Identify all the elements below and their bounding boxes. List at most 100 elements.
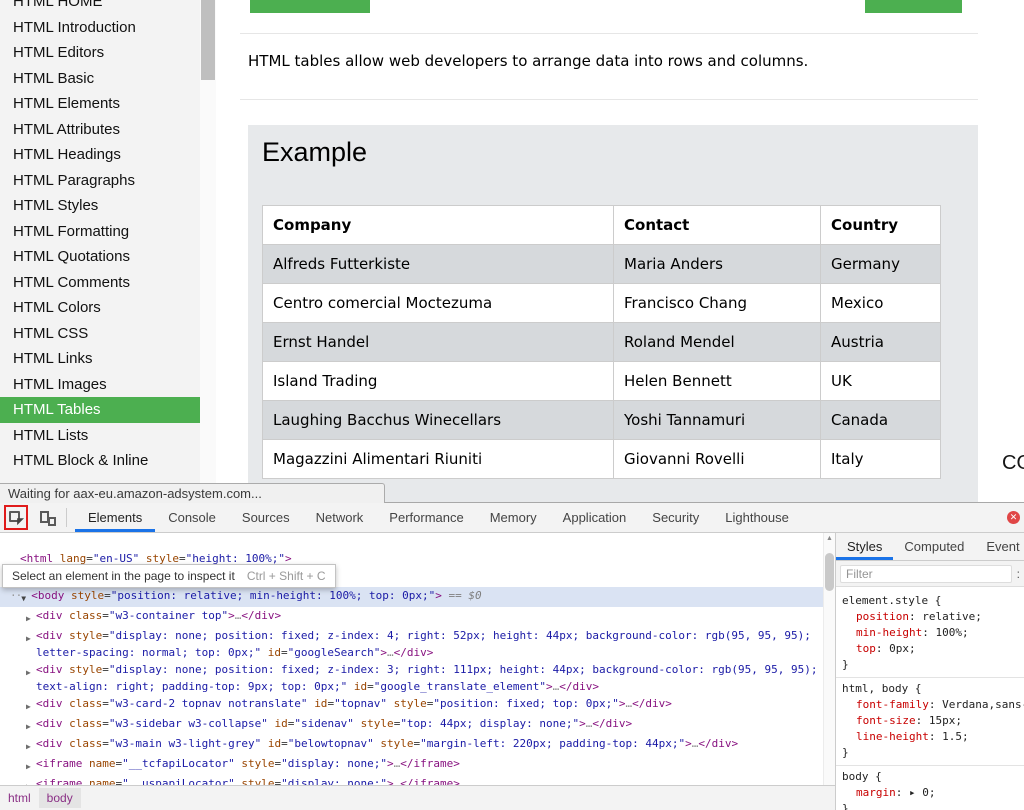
expand-arrow-icon[interactable]: ▶	[26, 775, 36, 785]
inspect-annotation-box[interactable]: ◤	[4, 505, 28, 530]
inspect-element-icon[interactable]: ◤	[8, 510, 24, 525]
expand-arrow-icon[interactable]: ▶	[26, 735, 36, 755]
devtools-tab-elements[interactable]: Elements	[75, 503, 155, 532]
expand-arrow-icon[interactable]: ▶	[26, 661, 36, 681]
sidebar-item[interactable]: HTML Attributes	[0, 117, 200, 143]
devtools-tab-lighthouse[interactable]: Lighthouse	[712, 503, 802, 532]
next-button[interactable]	[865, 0, 962, 13]
dom-node-line[interactable]: ▶<div class="w3-container top">…</div>	[0, 607, 823, 627]
css-property[interactable]: min-height: 100%;	[842, 625, 1018, 641]
sidebar-list: HTML HOMEHTML IntroductionHTML EditorsHT…	[0, 0, 200, 474]
css-property[interactable]: line-height: 1.5;	[842, 729, 1018, 745]
divider	[240, 33, 978, 34]
table-cell: Centro comercial Moctezuma	[263, 284, 614, 323]
tutorial-sidebar: HTML HOMEHTML IntroductionHTML EditorsHT…	[0, 0, 200, 503]
table-cell: Magazzini Alimentari Riuniti	[263, 440, 614, 479]
devtools-tabs: ElementsConsoleSourcesNetworkPerformance…	[75, 503, 802, 532]
elements-scrollbar-thumb[interactable]	[825, 553, 834, 591]
table-header-cell: Contact	[614, 206, 821, 245]
table-row: Centro comercial MoctezumaFrancisco Chan…	[263, 284, 941, 323]
sidebar-item[interactable]: HTML Lists	[0, 423, 200, 449]
table-cell: Austria	[821, 323, 941, 362]
sidebar-item[interactable]: HTML Styles	[0, 193, 200, 219]
table-cell: Italy	[821, 440, 941, 479]
device-rect-small	[48, 517, 56, 526]
sidebar-item[interactable]: HTML Editors	[0, 40, 200, 66]
expand-arrow-icon[interactable]: ▶	[26, 755, 36, 775]
right-sidebar-cut-text: CO	[1002, 452, 1024, 475]
devtools-tab-memory[interactable]: Memory	[477, 503, 550, 532]
sidebar-item[interactable]: HTML CSS	[0, 321, 200, 347]
sidebar-item[interactable]: HTML Elements	[0, 91, 200, 117]
inspect-tooltip: Select an element in the page to inspect…	[2, 564, 336, 588]
table-cell: Laughing Bacchus Winecellars	[263, 401, 614, 440]
styles-filter-input[interactable]	[840, 565, 1012, 583]
devtools-tab-network[interactable]: Network	[303, 503, 377, 532]
dom-node-line[interactable]: ▶<div class="w3-card-2 topnav notranslat…	[0, 695, 823, 715]
sidebar-item[interactable]: HTML Links	[0, 346, 200, 372]
dom-node-line[interactable]: ▶<iframe name="__tcfapiLocator" style="d…	[0, 755, 823, 775]
css-property[interactable]: font-size: 15px;	[842, 713, 1018, 729]
expand-arrow-icon[interactable]: ▶	[26, 627, 36, 647]
table-cell: Germany	[821, 245, 941, 284]
devtools-tab-application[interactable]: Application	[550, 503, 640, 532]
table-cell: Canada	[821, 401, 941, 440]
table-cell: Yoshi Tannamuri	[614, 401, 821, 440]
devtools-tab-console[interactable]: Console	[155, 503, 229, 532]
sidebar-item[interactable]: HTML Images	[0, 372, 200, 398]
dom-node-line[interactable]: ▶<div style="display: none; position: fi…	[0, 661, 823, 695]
expand-arrow-icon[interactable]: ▶	[26, 715, 36, 735]
dom-node-line[interactable]: ··▼<body style="position: relative; min-…	[0, 587, 823, 607]
expand-arrow-icon[interactable]: ▶	[26, 695, 36, 715]
sidebar-item[interactable]: HTML Comments	[0, 270, 200, 296]
sidebar-scrollbar[interactable]	[200, 0, 216, 483]
hov-toggle-cut[interactable]: :	[1017, 567, 1020, 581]
table-header-cell: Company	[263, 206, 614, 245]
table-cell: Maria Anders	[614, 245, 821, 284]
styles-tab-computed[interactable]: Computed	[893, 533, 975, 560]
collapse-arrow-icon[interactable]: ▼	[21, 587, 31, 607]
error-count-badge[interactable]: ✕	[1007, 511, 1020, 524]
dom-node-line[interactable]: ▶<div class="w3-sidebar w3-collapse" id=…	[0, 715, 823, 735]
sidebar-item[interactable]: HTML Quotations	[0, 244, 200, 270]
sidebar-item[interactable]: HTML Tables	[0, 397, 200, 423]
css-property[interactable]: position: relative;	[842, 609, 1018, 625]
css-property[interactable]: top: 0px;	[842, 641, 1018, 657]
device-toolbar-icon[interactable]	[40, 510, 56, 526]
breadcrumb-body[interactable]: body	[39, 788, 81, 808]
previous-button[interactable]	[250, 0, 370, 13]
sidebar-item[interactable]: HTML Headings	[0, 142, 200, 168]
sidebar-item[interactable]: HTML HOME	[0, 0, 200, 15]
devtools-tab-performance[interactable]: Performance	[376, 503, 476, 532]
devtools-tab-sources[interactable]: Sources	[229, 503, 303, 532]
sidebar-item[interactable]: HTML Colors	[0, 295, 200, 321]
styles-tab-styles[interactable]: Styles	[836, 533, 893, 560]
devtools-tab-security[interactable]: Security	[639, 503, 712, 532]
css-rules-list: element.style {position: relative;min-he…	[836, 587, 1024, 810]
css-property[interactable]: font-family: Verdana,sans-serif;	[842, 697, 1018, 713]
table-cell: Mexico	[821, 284, 941, 323]
styles-tab-event-listeners[interactable]: Event Listeners	[975, 533, 1024, 560]
css-property[interactable]: margin: ▸ 0;	[842, 785, 1018, 801]
css-rule: element.style {position: relative;min-he…	[836, 590, 1024, 678]
breadcrumb-html[interactable]: html	[0, 788, 39, 808]
table-cell: Francisco Chang	[614, 284, 821, 323]
sidebar-item[interactable]: HTML Introduction	[0, 15, 200, 41]
sidebar-scrollbar-thumb[interactable]	[201, 0, 215, 80]
dom-node-line[interactable]: ▶<div class="w3-main w3-light-grey" id="…	[0, 735, 823, 755]
elements-panel: Select an element in the page to inspect…	[0, 533, 836, 810]
table-cell: Giovanni Rovelli	[614, 440, 821, 479]
css-rule: body {margin: ▸ 0;}	[836, 766, 1024, 810]
sidebar-item[interactable]: HTML Paragraphs	[0, 168, 200, 194]
screen: HTML HOMEHTML IntroductionHTML EditorsHT…	[0, 0, 1024, 810]
sidebar-item[interactable]: HTML Basic	[0, 66, 200, 92]
dom-node-line[interactable]: ▶<iframe name="__uspapiLocator" style="d…	[0, 775, 823, 785]
dom-node-line[interactable]: ▶<div style="display: none; position: fi…	[0, 627, 823, 661]
browser-status-bubble: Waiting for aax-eu.amazon-adsystem.com..…	[0, 483, 385, 503]
table-cell: Ernst Handel	[263, 323, 614, 362]
sidebar-item[interactable]: HTML Block & Inline	[0, 448, 200, 474]
expand-arrow-icon[interactable]: ▶	[26, 607, 36, 627]
sidebar-item[interactable]: HTML Formatting	[0, 219, 200, 245]
elements-scrollbar[interactable]: ▲	[823, 533, 835, 785]
scrollbar-up-arrow-icon[interactable]: ▲	[824, 535, 835, 542]
